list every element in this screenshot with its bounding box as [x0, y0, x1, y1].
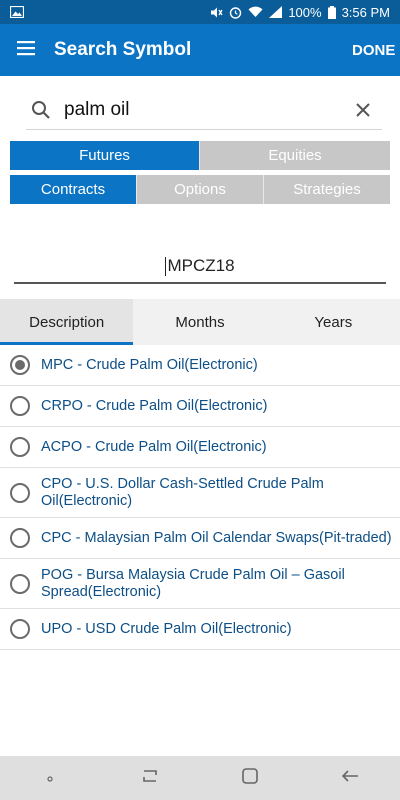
- list-item-label: CRPO - Crude Palm Oil(Electronic): [41, 397, 268, 414]
- menu-icon: [17, 40, 37, 61]
- list-item-label: MPC - Crude Palm Oil(Electronic): [41, 356, 258, 373]
- contract-symbol-field[interactable]: MPCZ18: [14, 250, 386, 284]
- back-icon: [341, 769, 359, 788]
- radio-button[interactable]: [10, 396, 30, 416]
- list-item-label: ACPO - Crude Palm Oil(Electronic): [41, 438, 267, 455]
- home-button[interactable]: [200, 756, 300, 800]
- list-item[interactable]: POG - Bursa Malaysia Crude Palm Oil – Ga…: [0, 559, 400, 609]
- back-button[interactable]: [300, 756, 400, 800]
- radio-button[interactable]: [10, 482, 30, 503]
- clock: 3:56 PM: [341, 4, 390, 20]
- list-item[interactable]: MPC - Crude Palm Oil(Electronic): [0, 345, 400, 386]
- recents-button[interactable]: [100, 756, 200, 800]
- segment-options[interactable]: Options: [137, 175, 264, 204]
- search-icon: [26, 100, 56, 120]
- search-input[interactable]: [56, 98, 344, 121]
- radio-button[interactable]: [10, 355, 30, 375]
- done-button[interactable]: DONE: [344, 42, 400, 59]
- segment-futures[interactable]: Futures: [10, 141, 200, 170]
- list-item-label: CPO - U.S. Dollar Cash-Settled Crude Pal…: [41, 475, 324, 509]
- battery-icon: [327, 5, 336, 19]
- home-icon: [241, 767, 259, 790]
- page-title: Search Symbol: [54, 39, 192, 60]
- alarm-icon: [229, 6, 242, 19]
- signal-icon: [269, 6, 283, 18]
- contract-symbol-value: MPCZ18: [167, 255, 235, 275]
- recents-icon: [141, 769, 159, 788]
- dot-icon: [47, 769, 53, 787]
- list-item[interactable]: CRPO - Crude Palm Oil(Electronic): [0, 386, 400, 427]
- asset-class-selector: Futures Equities: [10, 141, 390, 170]
- segment-contracts[interactable]: Contracts: [10, 175, 137, 204]
- mute-icon: [210, 6, 223, 19]
- status-bar: 100% 3:56 PM: [0, 0, 400, 24]
- tab-description[interactable]: Description: [0, 299, 134, 345]
- segment-equities[interactable]: Equities: [200, 141, 390, 170]
- list-item[interactable]: CPO - U.S. Dollar Cash-Settled Crude Pal…: [0, 468, 400, 518]
- search-bar: [26, 90, 382, 130]
- battery-level: 100%: [288, 4, 322, 20]
- menu-button[interactable]: [0, 24, 54, 76]
- list-item[interactable]: UPO - USD Crude Palm Oil(Electronic): [0, 609, 400, 650]
- wifi-icon: [248, 6, 263, 18]
- tab-years[interactable]: Years: [267, 299, 400, 345]
- instrument-type-selector: Contracts Options Strategies: [10, 175, 390, 204]
- sort-tabs: Description Months Years: [0, 299, 400, 345]
- list-item[interactable]: CPC - Malaysian Palm Oil Calendar Swaps(…: [0, 518, 400, 559]
- gallery-icon: [10, 6, 24, 18]
- app-bar: Search Symbol DONE: [0, 24, 400, 76]
- segment-strategies[interactable]: Strategies: [264, 175, 390, 204]
- list-item-label: POG - Bursa Malaysia Crude Palm Oil – Ga…: [41, 566, 345, 600]
- radio-button[interactable]: [10, 437, 30, 457]
- radio-button[interactable]: [10, 528, 30, 548]
- list-item-label: UPO - USD Crude Palm Oil(Electronic): [41, 620, 292, 637]
- list-item-label: CPC - Malaysian Palm Oil Calendar Swaps(…: [41, 529, 392, 546]
- nav-dot-button[interactable]: [0, 756, 100, 800]
- radio-button[interactable]: [10, 619, 30, 639]
- radio-button[interactable]: [10, 573, 30, 594]
- system-nav-bar: [0, 756, 400, 800]
- results-list: MPC - Crude Palm Oil(Electronic) CRPO - …: [0, 345, 400, 650]
- tab-months[interactable]: Months: [133, 299, 266, 345]
- clear-icon[interactable]: [344, 102, 382, 118]
- list-item[interactable]: ACPO - Crude Palm Oil(Electronic): [0, 427, 400, 468]
